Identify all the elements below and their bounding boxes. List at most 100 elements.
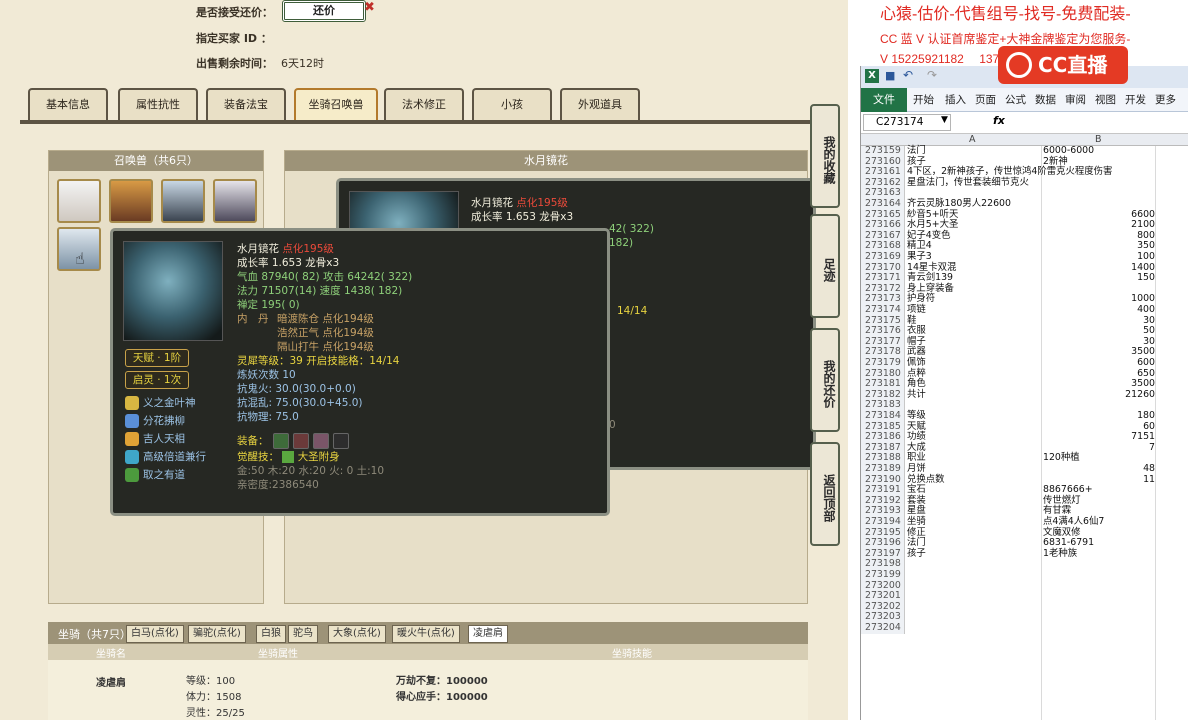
mount-tab-1[interactable]: 白马(点化)	[126, 625, 184, 643]
fx-icon[interactable]: fx	[993, 114, 1005, 127]
cell-a[interactable]: 宝石	[907, 485, 1041, 496]
mount-tab-6[interactable]: 暖火牛(点化)	[392, 625, 460, 643]
table-row[interactable]: 273200	[861, 580, 1188, 592]
cell-a[interactable]: 套装	[907, 495, 1041, 507]
table-row[interactable]: 273189 月饼 48	[861, 463, 1188, 475]
cell-a[interactable]: 坐骑	[907, 516, 1041, 528]
skill-item[interactable]: 义之金叶神	[125, 395, 196, 411]
row-number[interactable]: 273179	[861, 357, 905, 369]
cell-a[interactable]: 衣服	[907, 326, 1041, 337]
cell-a[interactable]: 帽子	[907, 336, 1041, 348]
cell-a[interactable]: 职业	[907, 453, 1041, 464]
cell-a[interactable]: 佩饰	[907, 357, 1041, 369]
cell-b[interactable]: 1老种族	[1043, 548, 1155, 560]
pet-thumb-1[interactable]	[57, 179, 101, 223]
tab-more[interactable]: 更多	[1155, 88, 1176, 112]
close-icon[interactable]: ✖	[364, 0, 375, 15]
table-row[interactable]: 273197 孩子 1老种族	[861, 548, 1188, 560]
cell-a[interactable]: 功绩	[907, 432, 1041, 443]
tab-file[interactable]: 文件	[861, 88, 907, 112]
table-row[interactable]: 273198	[861, 559, 1188, 570]
table-row[interactable]: 273174 项链 400	[861, 304, 1188, 316]
skill-item[interactable]: 取之有道	[125, 467, 185, 483]
pet-thumb-4[interactable]	[213, 179, 257, 223]
save-icon[interactable]: ■	[885, 69, 895, 82]
cell-a[interactable]: 武器	[907, 347, 1041, 358]
cell-a[interactable]: 大成	[907, 442, 1041, 454]
tab-view[interactable]: 视图	[1095, 88, 1116, 112]
cell-b[interactable]: 6000-6000	[1043, 145, 1155, 157]
pet-thumb-2[interactable]	[109, 179, 153, 223]
tab-appearance[interactable]: 外观道具	[560, 88, 640, 120]
mount-tab-3[interactable]: 白狼	[256, 625, 286, 643]
cell-a[interactable]: 修正	[907, 527, 1041, 539]
equip-slot-2[interactable]	[293, 433, 309, 449]
cell-a[interactable]: 星盘法门，传世套装细节克火	[907, 177, 1041, 189]
table-row[interactable]: 273164 齐云灵脉180男人22600	[861, 198, 1188, 210]
cell-a[interactable]: 角色	[907, 379, 1041, 390]
table-row[interactable]: 273199	[861, 569, 1188, 581]
cell-b[interactable]: 7151	[1043, 432, 1155, 443]
pet-thumb-3[interactable]	[161, 179, 205, 223]
cell-a[interactable]: 等级	[907, 410, 1041, 422]
cell-b[interactable]: 点4满4人6仙7	[1043, 516, 1155, 528]
tab-insert[interactable]: 插入	[945, 88, 966, 112]
cell-a[interactable]: 点粹	[907, 368, 1041, 380]
redo-icon[interactable]: ↷	[927, 68, 937, 82]
footprints-button[interactable]: 足迹	[810, 214, 840, 318]
table-row[interactable]: 273159 法门 6000-6000	[861, 145, 1188, 157]
cell-a[interactable]: 法门	[907, 538, 1041, 549]
cell-b[interactable]: 50	[1043, 326, 1155, 337]
row-number[interactable]: 273174	[861, 304, 905, 316]
counter-offer-button[interactable]: 还价	[282, 0, 366, 22]
cell-b[interactable]: 600	[1043, 357, 1155, 369]
equip-slot-1[interactable]	[273, 433, 289, 449]
table-row[interactable]: 273162 星盘法门，传世套装细节克火	[861, 177, 1188, 189]
tab-home[interactable]: 开始	[913, 88, 934, 112]
equip-slot-3[interactable]	[313, 433, 329, 449]
tab-developer[interactable]: 开发	[1125, 88, 1146, 112]
row-number[interactable]: 273184	[861, 410, 905, 422]
skill-item[interactable]: 吉人天相	[125, 431, 185, 447]
cell-a[interactable]: 项链	[907, 304, 1041, 316]
row-number[interactable]: 273194	[861, 516, 905, 528]
cell-b[interactable]: 21260	[1043, 389, 1155, 401]
tab-mounts-pets[interactable]: 坐骑召唤兽	[294, 88, 378, 120]
row-number[interactable]: 273204	[861, 622, 905, 634]
row-number[interactable]: 273169	[861, 251, 905, 263]
tab-review[interactable]: 审阅	[1065, 88, 1086, 112]
table-row[interactable]: 273182 共计 21260	[861, 389, 1188, 401]
cell-a[interactable]: 星盘	[907, 506, 1041, 517]
my-counter-offers-button[interactable]: 我的还价	[810, 328, 840, 432]
cell-b[interactable]: 400	[1043, 304, 1155, 316]
cell-a[interactable]: 兑换点数	[907, 474, 1041, 486]
table-row[interactable]: 273194 坐骑 点4满4人6仙7	[861, 516, 1188, 528]
cell-b[interactable]: 150	[1043, 273, 1155, 284]
row-number[interactable]: 273189	[861, 463, 905, 475]
chevron-down-icon[interactable]: ▼	[941, 115, 948, 125]
mount-tab-5[interactable]: 大象(点化)	[328, 625, 386, 643]
cell-b[interactable]: 100	[1043, 251, 1155, 263]
skill-item[interactable]: 分花拂柳	[125, 413, 185, 429]
table-row[interactable]: 273184 等级 180	[861, 410, 1188, 422]
mount-tab-7[interactable]: 凌虐肩	[468, 625, 508, 643]
tab-basic-info[interactable]: 基本信息	[28, 88, 108, 120]
table-row[interactable]: 273201	[861, 591, 1188, 602]
column-a-header[interactable]: A	[969, 134, 976, 145]
cell-a[interactable]: 果子3	[907, 251, 1041, 263]
row-number[interactable]: 273159	[861, 145, 905, 157]
cell-a[interactable]: 护身符	[907, 294, 1041, 305]
row-number[interactable]: 273199	[861, 569, 905, 581]
table-row[interactable]: 273203	[861, 612, 1188, 623]
table-row[interactable]: 273202	[861, 601, 1188, 613]
cell-b[interactable]: 30	[1043, 315, 1155, 327]
cell-a[interactable]: 齐云灵脉180男人22600	[907, 198, 1041, 210]
cell-a[interactable]: 法门	[907, 145, 1041, 157]
cell-b[interactable]: 120种植	[1043, 453, 1155, 464]
tab-equipment[interactable]: 装备法宝	[206, 88, 286, 120]
skill-item[interactable]: 高级倍道兼行	[125, 449, 206, 465]
tab-page[interactable]: 页面	[975, 88, 996, 112]
cell-a[interactable]: 共计	[907, 389, 1041, 401]
tab-formula[interactable]: 公式	[1005, 88, 1026, 112]
tab-child[interactable]: 小孩	[472, 88, 552, 120]
